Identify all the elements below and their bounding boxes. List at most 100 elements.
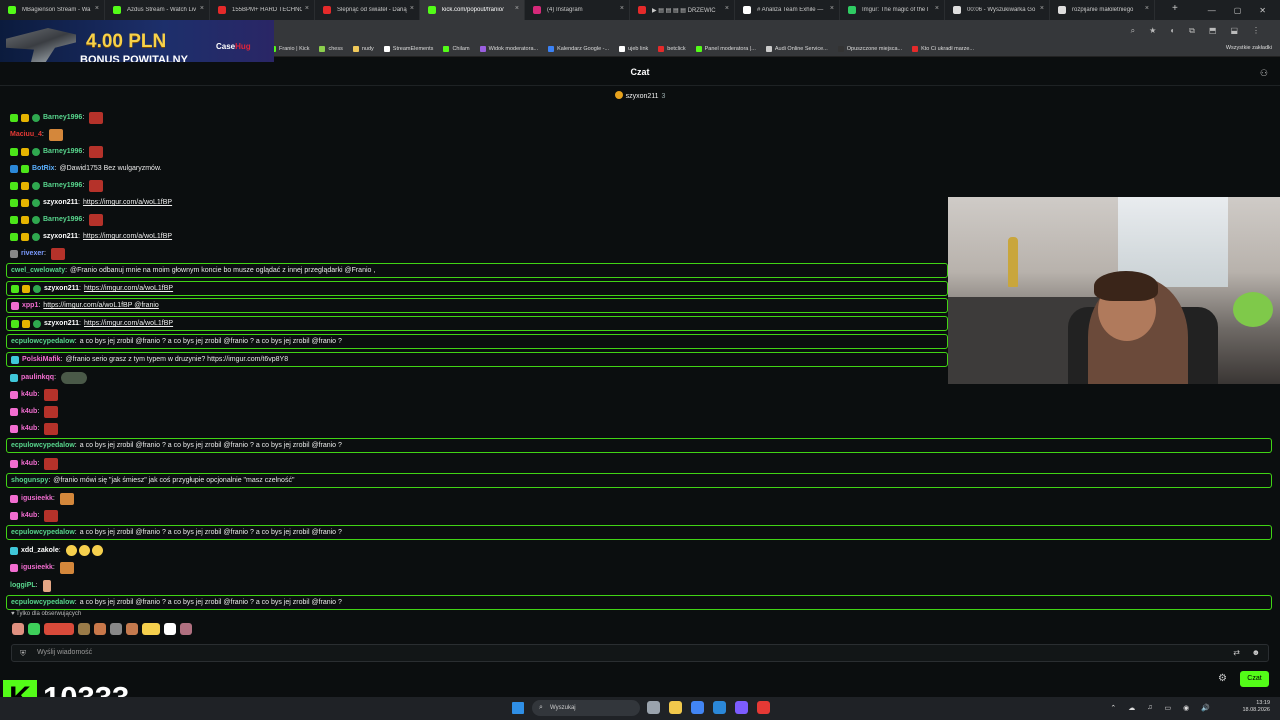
quick-emote[interactable] [78,623,90,635]
chat-username[interactable]: k4ub [21,425,37,432]
chat-username[interactable]: xdd_zakole [21,547,59,554]
close-tab-icon[interactable]: × [620,5,624,12]
chat-message[interactable]: xdd_zakole: [10,543,103,558]
bookmark-item[interactable]: Opuszczone miejsca... [837,46,902,52]
emoji-icon[interactable]: ☻ [1252,648,1260,657]
taskbar-search[interactable]: ⌕ Wyszukaj [532,700,640,716]
chat-username[interactable]: xpp1 [22,302,38,309]
close-tab-icon[interactable]: × [95,5,99,12]
users-icon[interactable]: ⚇ [1260,68,1268,79]
quick-emote[interactable] [126,623,138,635]
chat-username[interactable]: ecpulowcypedalow [11,599,75,606]
browser-tab[interactable]: (4) Instagram × [525,0,630,20]
browser-tab[interactable]: ▶ ▤ ▤ ▤ ▤ DRZEWIC × [630,0,735,20]
bookmark-item[interactable]: Audi Online Service... [765,46,828,52]
taskbar-app-icon[interactable] [647,701,660,714]
bookmark-item[interactable]: Widok moderatora... [479,46,538,52]
chat-message[interactable]: k4ub: [10,404,59,419]
tray-icon[interactable]: ▭ [1165,704,1172,712]
chat-input[interactable]: ⛨ Wyślij wiadomość ⇄ ☻ [11,644,1269,662]
chat-username[interactable]: paulinkqq [21,374,54,381]
quick-emote[interactable] [12,623,24,635]
chat-message[interactable]: ecpulowcypedalow: a co bys jej zrobil @fr… [6,334,948,349]
chat-message[interactable]: shogunspy: @franio mówi się "jak śmiesz" … [6,473,1272,488]
close-window-icon[interactable]: ✕ [1259,6,1266,15]
close-tab-icon[interactable]: × [1040,5,1044,12]
taskbar-app-icon[interactable] [757,701,770,714]
bookmark-item[interactable]: Chilam [443,46,470,52]
chat-username[interactable]: cwel_cwelowaty [11,267,65,274]
translate-icon[interactable]: ⇄ [1233,648,1240,657]
close-tab-icon[interactable]: × [200,5,204,12]
chat-username[interactable]: PolskiMafik [22,356,61,363]
taskbar-app-icon[interactable] [691,701,704,714]
chat-username[interactable]: ecpulowcypedalow [11,442,75,449]
chat-message[interactable]: Barney1996: [10,178,104,193]
chat-message[interactable]: Maciuu_4: [10,127,63,142]
chat-username[interactable]: igusieekk [21,495,53,502]
chat-username[interactable]: k4ub [21,408,37,415]
tray-icon[interactable]: ☁ [1128,704,1135,712]
chat-link[interactable]: https://imgur.com/a/woL1fBP @franio [43,302,159,309]
browser-tab[interactable]: Azdus Stream - Watch Liv × [105,0,210,20]
chat-message[interactable]: Barney1996: [10,110,104,125]
new-tab-button[interactable]: + [1172,3,1178,14]
chat-username[interactable]: Maciuu_4 [10,131,42,138]
chat-link[interactable]: https://imgur.com/a/woL1fBP [83,199,172,206]
browser-tab[interactable]: 00:06 - Wyszukiwarka Go × [945,0,1050,20]
close-tab-icon[interactable]: × [830,5,834,12]
chat-message[interactable]: szyxon211: https://imgur.com/a/woL1fBP [10,229,172,244]
all-bookmarks-button[interactable]: Wszystkie zakładki [1226,45,1272,51]
chat-message[interactable]: szyxon211: https://imgur.com/a/woL1fBP [10,195,172,210]
browser-tab[interactable]: kick.com/popout/franio/ × [420,0,525,20]
chat-username[interactable]: rivexer [21,250,44,257]
quick-emote[interactable] [44,623,74,635]
chat-username[interactable]: k4ub [21,391,37,398]
quick-emote[interactable] [110,623,122,635]
gear-icon[interactable]: ⚙ [1218,673,1227,684]
close-tab-icon[interactable]: × [410,5,414,12]
tray-icon[interactable]: ◉ [1183,704,1189,712]
quick-emote[interactable] [28,623,40,635]
bookmark-item[interactable]: Kto Ci ukradł marze... [912,46,974,52]
chat-link[interactable]: https://imgur.com/a/woL1fBP [84,285,173,292]
chat-username[interactable]: k4ub [21,512,37,519]
bookmark-item[interactable]: nudy [352,46,374,52]
chat-message[interactable]: paulinkqq: [10,370,88,385]
chat-message[interactable]: k4ub: [10,508,59,523]
bookmark-item[interactable]: ujeb link [619,46,648,52]
taskbar-clock[interactable]: 13:19 18.08.2026 [1242,700,1270,714]
browser-tab[interactable]: 155BPM+ HARD TECHNO × [210,0,315,20]
close-tab-icon[interactable]: × [725,5,729,12]
chat-username[interactable]: shogunspy [11,477,48,484]
taskbar-app-icon[interactable] [713,701,726,714]
chat-message[interactable]: k4ub: [10,421,59,436]
chat-message[interactable]: szyxon211: https://imgur.com/a/woL1fBP [6,316,948,331]
chat-message[interactable]: igusieekk: [10,560,74,575]
browser-tab[interactable]: MBagienson Stream - Wa × [0,0,105,20]
close-tab-icon[interactable]: × [1145,5,1149,12]
taskbar-app-icon[interactable] [735,701,748,714]
chat-message[interactable]: k4ub: [10,456,59,471]
chat-message[interactable]: ecpulowcypedalow: a co bys jej zrobil @fr… [6,595,1272,610]
chat-username[interactable]: Barney1996 [43,114,82,121]
chat-message[interactable]: cwel_cwelowaty: @Franio odbanuj mnie na m… [6,263,948,278]
send-chat-button[interactable]: Czat [1240,671,1269,687]
chat-username[interactable]: Barney1996 [43,148,82,155]
chat-link[interactable]: https://imgur.com/a/woL1fBP [83,233,172,240]
chat-message[interactable]: rivexer: [10,246,65,261]
chat-username[interactable]: Barney1996 [43,182,82,189]
browser-tab[interactable]: rozpijanie małoletniego × [1050,0,1155,20]
tray-icon[interactable]: ⌃ [1110,704,1116,712]
toolbar-icon[interactable]: ⧉ [1189,26,1195,36]
browser-tab[interactable]: # Analiza Team Exhile — × [735,0,840,20]
chat-message[interactable]: Barney1996: [10,144,104,159]
chat-message[interactable]: ecpulowcypedalow: a co bys jej zrobil @fr… [6,438,1272,453]
minimize-icon[interactable]: — [1208,6,1216,15]
quick-emote[interactable] [142,623,160,635]
chat-message[interactable]: loggiPL: [10,578,51,593]
chat-message[interactable]: Barney1996: [10,212,104,227]
toolbar-icon[interactable]: ★ [1149,26,1156,36]
chat-message[interactable]: k4ub: [10,387,59,402]
pinned-gifter[interactable]: szyxon211 3 [0,91,1280,100]
